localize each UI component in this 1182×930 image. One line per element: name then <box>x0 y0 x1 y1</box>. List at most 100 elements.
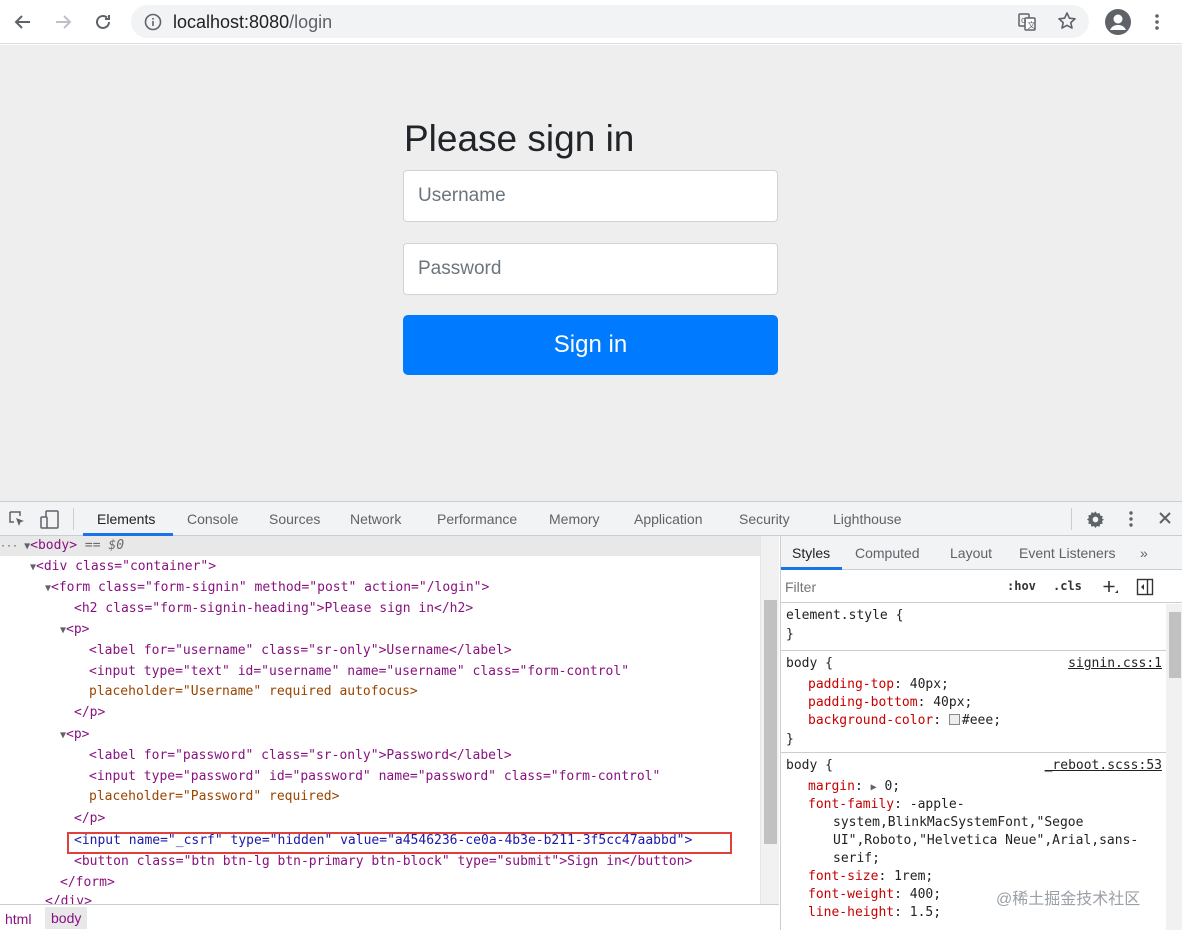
code-label-password: <label for="password" class="sr-only">Pa… <box>89 748 512 763</box>
settings-gear-icon[interactable] <box>1086 510 1105 529</box>
devtools-tab-bar: Elements Console Sources Network Perform… <box>0 502 1182 536</box>
bookmark-star-icon[interactable] <box>1057 11 1077 31</box>
signin-css-source-link[interactable]: signin.css:1 <box>1068 655 1162 673</box>
breadcrumb: html body <box>0 904 779 930</box>
password-input[interactable] <box>403 243 778 295</box>
tab-sources[interactable]: Sources <box>269 511 320 527</box>
styles-filter-bar: :hov .cls <box>781 571 1182 603</box>
forward-button[interactable] <box>49 8 77 36</box>
css-prop-font-family[interactable]: font-family: -apple- <box>808 796 965 814</box>
new-style-rule-icon[interactable] <box>1102 579 1118 595</box>
more-tabs-chevron-icon[interactable]: » <box>1140 545 1148 561</box>
tab-memory[interactable]: Memory <box>549 511 600 527</box>
tree-row-input-password[interactable]: <input type="password" id="password" nam… <box>89 767 660 787</box>
css-prop-padding-top[interactable]: padding-top: 40px; <box>808 676 949 694</box>
tree-row-container[interactable]: ▼<div class="container"> <box>30 557 216 577</box>
style-rule-signin-body: body { signin.css:1 padding-top: 40px; p… <box>781 652 1166 753</box>
style-rule-element: element.style { } <box>781 604 1166 651</box>
code-form-open: <form class="form-signin" method="post" … <box>51 580 490 595</box>
watermark: @稀土掘金技术社区 <box>996 891 1141 908</box>
code-h2: <h2 class="form-signin-heading">Please s… <box>74 601 474 616</box>
tree-row-h2[interactable]: <h2 class="form-signin-heading">Please s… <box>74 599 473 619</box>
code-button: <button class="btn btn-lg btn-primary bt… <box>74 854 693 869</box>
styles-filter-input[interactable] <box>785 576 995 598</box>
breadcrumb-body[interactable]: body <box>45 907 88 929</box>
elements-scroll-thumb[interactable] <box>764 600 777 844</box>
back-button[interactable] <box>9 8 37 36</box>
signin-body-close: } <box>786 732 794 747</box>
expand-triangle-icon[interactable]: ▶ <box>871 782 877 793</box>
css-prop-padding-bottom[interactable]: padding-bottom: 40px; <box>808 694 972 712</box>
tree-row-body[interactable]: ··· ▼<body> == $0 <box>0 536 124 556</box>
device-toolbar-icon[interactable] <box>40 510 60 530</box>
tree-row-p1[interactable]: ▼<p> <box>60 620 90 640</box>
breadcrumb-html[interactable]: html <box>5 911 31 927</box>
tab-security[interactable]: Security <box>739 511 790 527</box>
translate-icon[interactable]: 文G <box>1017 12 1037 32</box>
css-prop-font-family-cont-1: system,BlinkMacSystemFont,"Segoe <box>833 815 1084 830</box>
styles-scrollbar[interactable] <box>1166 604 1182 930</box>
reload-icon <box>96 14 110 29</box>
info-icon[interactable] <box>144 13 162 31</box>
tree-row-div-close[interactable]: </div> <box>45 892 92 904</box>
tree-row-p2-close[interactable]: </p> <box>74 809 105 829</box>
tab-performance[interactable]: Performance <box>437 511 517 527</box>
css-prop-background-color[interactable]: background-color: #eee; <box>808 712 1001 730</box>
tab-event-listeners[interactable]: Event Listeners <box>1019 545 1116 561</box>
styles-active-tab-indicator <box>781 567 842 570</box>
tree-row-label-username[interactable]: <label for="username" class="sr-only">Us… <box>89 641 512 661</box>
url-host: localhost:8080 <box>173 12 290 32</box>
reboot-body-selector[interactable]: body { <box>786 757 833 775</box>
reload-button[interactable] <box>89 8 117 36</box>
tree-row-button[interactable]: <button class="btn btn-lg btn-primary bt… <box>74 852 692 872</box>
code-form-close: </form> <box>60 875 115 890</box>
inspect-element-icon[interactable] <box>8 510 26 528</box>
cls-toggle[interactable]: .cls <box>1053 579 1082 593</box>
css-prop-font-weight[interactable]: font-weight: 400; <box>808 886 941 904</box>
tree-row-form[interactable]: ▼<form class="form-signin" method="post"… <box>45 578 489 598</box>
close-devtools-icon[interactable] <box>1157 510 1173 526</box>
css-prop-line-height[interactable]: line-height: 1.5; <box>808 904 941 922</box>
code-input-password-2: placeholder="Password" required> <box>89 789 340 804</box>
code-container-open: <div class="container"> <box>36 559 217 574</box>
username-input[interactable] <box>403 170 778 222</box>
devtools-panel: Elements Console Sources Network Perform… <box>0 501 1182 930</box>
color-swatch[interactable] <box>948 714 960 725</box>
css-prop-margin[interactable]: margin: ▶ 0; <box>808 778 900 797</box>
csrf-highlight-box <box>67 832 732 854</box>
styles-scroll-thumb[interactable] <box>1169 612 1181 678</box>
tab-console[interactable]: Console <box>187 511 238 527</box>
tab-application[interactable]: Application <box>634 511 703 527</box>
signin-body-selector[interactable]: body { <box>786 655 833 673</box>
tree-row-p1-close[interactable]: </p> <box>74 703 105 723</box>
styles-pane: Styles Computed Layout Event Listeners »… <box>780 536 1182 930</box>
profile-button[interactable] <box>1103 7 1133 37</box>
url-path: /login <box>289 12 333 32</box>
profile-avatar-icon <box>1105 9 1131 35</box>
tab-layout[interactable]: Layout <box>950 545 992 561</box>
tab-styles[interactable]: Styles <box>792 545 830 561</box>
tree-row-input-username[interactable]: <input type="text" id="username" name="u… <box>89 662 629 682</box>
reboot-scss-source-link[interactable]: _reboot.scss:53 <box>1045 757 1162 775</box>
browser-menu-button[interactable] <box>1143 8 1171 36</box>
tab-elements[interactable]: Elements <box>97 511 155 527</box>
url-text[interactable]: localhost:8080/login <box>173 12 332 33</box>
toggle-sidebar-icon[interactable] <box>1136 578 1154 596</box>
selected-suffix: == $0 <box>84 538 125 553</box>
css-prop-font-size[interactable]: font-size: 1rem; <box>808 868 933 886</box>
css-prop-font-family-cont-3: serif; <box>833 851 880 866</box>
tab-network[interactable]: Network <box>350 511 401 527</box>
tree-row-p2[interactable]: ▼<p> <box>60 725 90 745</box>
sign-in-button[interactable]: Sign in <box>403 315 778 375</box>
hov-toggle[interactable]: :hov <box>1007 579 1036 593</box>
tab-computed[interactable]: Computed <box>855 545 920 561</box>
devtools-menu-icon[interactable] <box>1123 510 1139 528</box>
address-bar[interactable]: localhost:8080/login 文G <box>131 5 1089 38</box>
tree-row-label-password[interactable]: <label for="password" class="sr-only">Pa… <box>89 746 512 766</box>
tab-lighthouse[interactable]: Lighthouse <box>833 511 902 527</box>
tree-row-input-username-cont: placeholder="Username" required autofocu… <box>89 682 418 702</box>
tree-row-form-close[interactable]: </form> <box>60 873 115 893</box>
element-style-selector[interactable]: element.style { <box>786 607 903 625</box>
code-p1-open: <p> <box>66 622 90 637</box>
elements-scrollbar[interactable] <box>760 536 779 904</box>
